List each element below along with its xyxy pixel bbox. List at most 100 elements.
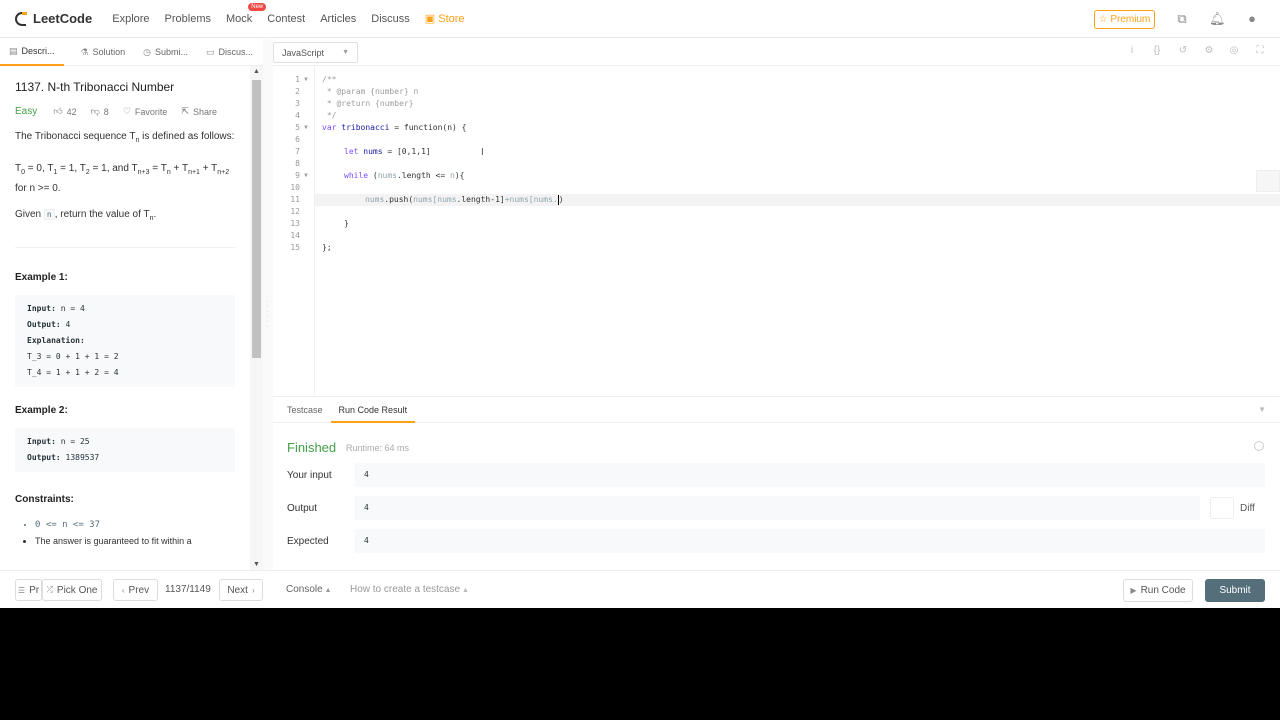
- caret-up-icon: ▲: [322, 587, 332, 594]
- language-value: JavaScript: [282, 47, 325, 58]
- favorite-button[interactable]: ♡ Favorite: [123, 106, 168, 117]
- nav-articles[interactable]: Articles: [320, 13, 356, 25]
- thumbs-up-icon: 👍︎: [53, 106, 63, 116]
- ex1-line-1: T_3 = 0 + 1 + 1 = 2: [27, 352, 119, 361]
- problem-tabs: ▤ Descri... ⚗ Solution ◷ Submi... ▭ Discus..…: [0, 39, 270, 66]
- inline-code-n: n: [43, 209, 55, 220]
- line-number: 2: [295, 87, 300, 96]
- problems-list-button[interactable]: ☰ Pr: [15, 579, 42, 601]
- diff-toggle[interactable]: [1210, 497, 1234, 519]
- how-to-testcase-link[interactable]: How to create a testcase ▲: [350, 584, 469, 595]
- line-number: 11: [290, 195, 300, 204]
- play-icon: ▶: [1130, 586, 1137, 595]
- code-line: };: [322, 243, 332, 252]
- settings-icon[interactable]: ⚙: [1203, 45, 1215, 57]
- nav-contest[interactable]: Contest: [267, 13, 305, 25]
- line-number: 15: [290, 243, 300, 252]
- nav-discuss[interactable]: Discuss: [371, 13, 410, 25]
- code-line: * @return {number}: [322, 99, 414, 108]
- code-token: tribonacci: [341, 123, 390, 132]
- tab-testcase[interactable]: Testcase: [279, 397, 331, 423]
- line-number: 1: [295, 75, 300, 84]
- leetcode-logo-icon: [14, 11, 28, 27]
- premium-button[interactable]: ☆ Premium: [1094, 10, 1155, 29]
- nav-mock[interactable]: Mock New: [226, 2, 267, 25]
- code-editor[interactable]: 1 ▼ 2 3 4 5 ▼ 6 7 8 9 ▼ 10 11 12 13 14 1…: [273, 66, 1280, 394]
- mouse-ibeam-icon: I: [481, 147, 484, 158]
- tab-discuss-label: Discus...: [218, 47, 254, 57]
- your-input-value: 4: [355, 463, 1265, 487]
- logo[interactable]: LeetCode: [14, 0, 92, 38]
- description-para-2: T0 = 0, T1 = 1, T2 = 1, and Tn+3 = Tn + …: [15, 163, 230, 194]
- flask-icon: ⚗: [80, 46, 89, 57]
- console-button[interactable]: Console ▲: [286, 584, 332, 595]
- tab-submissions[interactable]: ◷ Submi...: [134, 39, 197, 66]
- line-number: 14: [290, 231, 300, 240]
- settings-icon[interactable]: ◎: [1228, 45, 1240, 57]
- nav-problems[interactable]: Problems: [165, 13, 211, 25]
- help-icon[interactable]: [1254, 441, 1264, 451]
- pick-one-button[interactable]: ⤮ Pick One: [42, 579, 102, 601]
- submit-button[interactable]: Submit: [1205, 579, 1265, 602]
- tab-discuss[interactable]: ▭ Discus...: [197, 39, 262, 66]
- code-token: = function(n) {: [389, 123, 467, 132]
- braces-icon[interactable]: {}: [1151, 45, 1163, 57]
- ex1-input: n = 4: [55, 304, 85, 313]
- code-token: nums: [363, 147, 383, 156]
- example-2-box: Input: n = 25 Output: 1389537: [15, 428, 235, 472]
- tab-submissions-label: Submi...: [155, 47, 189, 57]
- code-token: .push(: [384, 195, 414, 204]
- line-number: 6: [295, 135, 300, 144]
- prev-button[interactable]: ‹ Prev: [113, 579, 158, 601]
- scroll-up-icon[interactable]: ▲: [253, 68, 260, 75]
- code-line: */: [322, 111, 337, 120]
- description-scrollbar[interactable]: ▲ ▼: [250, 66, 263, 570]
- tab-run-code-result[interactable]: Run Code Result: [330, 397, 416, 423]
- ex1-input-label: Input:: [27, 304, 56, 313]
- fold-icon[interactable]: ▼: [303, 170, 309, 182]
- share-button[interactable]: ⇱ Share: [181, 106, 217, 117]
- output-label: Output: [287, 503, 318, 514]
- language-select[interactable]: JavaScript ▼: [273, 42, 358, 63]
- ex2-input: n = 25: [55, 437, 90, 446]
- example-2-title: Example 2:: [15, 405, 68, 416]
- nav-mock-label: Mock: [226, 12, 253, 25]
- code-line: nums.push(nums[nums.length-1]+nums[nums.…: [365, 194, 564, 206]
- reset-icon[interactable]: ↺: [1177, 45, 1189, 57]
- line-number: 4: [295, 111, 300, 120]
- playground-icon[interactable]: ⧉: [1174, 11, 1190, 27]
- problem-counter: 1137/1149: [165, 584, 211, 595]
- code-token: nums[nums: [413, 195, 457, 204]
- ex1-explanation-label: Explanation:: [27, 336, 85, 345]
- pick-one-label: Pick One: [56, 584, 98, 596]
- scroll-down-icon[interactable]: ▼: [253, 561, 260, 568]
- panel-splitter[interactable]: · · · · · ·: [263, 39, 273, 570]
- code-token: let: [344, 147, 364, 156]
- next-button[interactable]: Next ›: [219, 579, 263, 601]
- info-icon[interactable]: i: [1126, 45, 1138, 57]
- avatar-icon[interactable]: ●: [1244, 11, 1260, 27]
- tab-description[interactable]: ▤ Descri...: [0, 39, 64, 66]
- fold-icon[interactable]: ▼: [303, 74, 309, 86]
- output-value: 4: [355, 496, 1200, 520]
- tab-solution[interactable]: ⚗ Solution: [72, 39, 135, 66]
- editor-side-button[interactable]: [1256, 170, 1280, 192]
- line-number: 10: [290, 183, 300, 192]
- nav-store[interactable]: ▣ Store: [425, 12, 465, 25]
- line-gutter: 1 ▼ 2 3 4 5 ▼ 6 7 8 9 ▼ 10 11 12 13 14 1…: [273, 66, 315, 394]
- app-window: LeetCode Explore Problems Mock New Contes…: [0, 0, 1280, 608]
- fold-icon[interactable]: ▼: [303, 122, 309, 134]
- like-button[interactable]: 👍︎ 42: [53, 106, 76, 117]
- run-code-button[interactable]: ▶ Run Code: [1123, 579, 1193, 602]
- scrollbar-thumb[interactable]: [252, 80, 261, 358]
- dislike-button[interactable]: 👎︎ 8: [91, 106, 109, 117]
- code-token: nums: [365, 195, 385, 204]
- bell-icon[interactable]: 🔔︎: [1209, 11, 1226, 27]
- fullscreen-icon[interactable]: ⛶: [1254, 45, 1266, 57]
- top-nav: LeetCode Explore Problems Mock New Contes…: [0, 0, 1280, 38]
- code-line: /**: [322, 75, 337, 84]
- desc1-a: The Tribonacci sequence T: [15, 131, 136, 142]
- chevron-down-icon[interactable]: ▼: [1258, 405, 1266, 414]
- ex2-output: 1389537: [60, 453, 100, 462]
- nav-explore[interactable]: Explore: [112, 13, 149, 25]
